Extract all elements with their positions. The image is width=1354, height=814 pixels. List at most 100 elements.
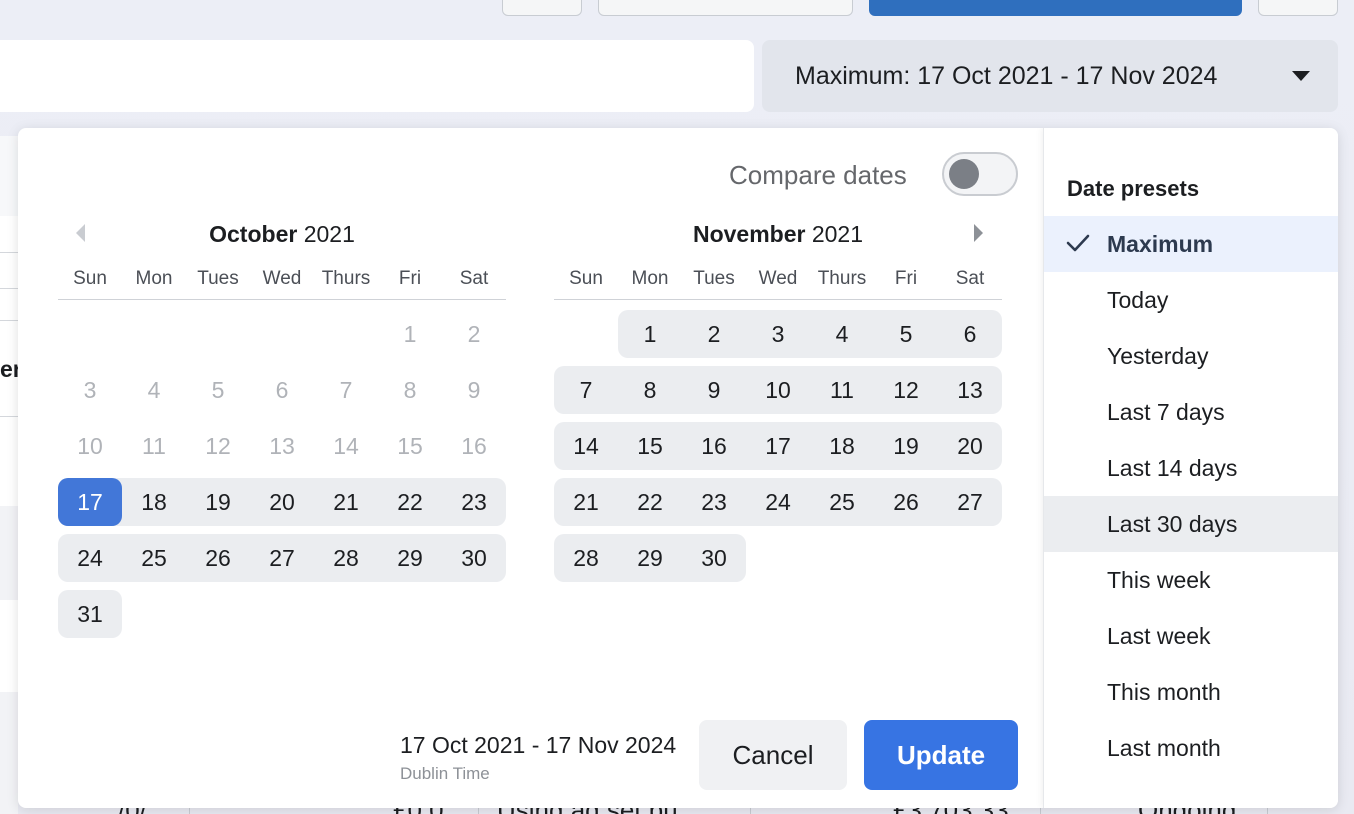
calendar-day: 8 — [403, 377, 417, 403]
calendar-day[interactable]: 29 — [378, 534, 442, 582]
calendar-day: 15 — [397, 433, 423, 459]
preset-label: Last 30 days — [1107, 510, 1238, 537]
calendar-day: 9 — [467, 377, 481, 403]
calendar-day[interactable]: 20 — [938, 422, 1002, 470]
calendar-day[interactable]: 30 — [442, 534, 506, 582]
calendar-day[interactable]: 27 — [938, 478, 1002, 526]
preset-last-7-days[interactable]: Last 7 days — [1044, 384, 1338, 440]
calendar-day: 13 — [269, 433, 295, 459]
calendar-day[interactable]: 8 — [618, 366, 682, 414]
weekday-label: Wed — [262, 268, 302, 289]
date-picker-popover: Compare dates October 2021 Sun Mon Tues … — [18, 128, 1338, 808]
calendar-day[interactable]: 19 — [186, 478, 250, 526]
calendar-day: 11 — [142, 433, 166, 459]
update-button[interactable]: Update — [864, 720, 1018, 790]
preset-label: Last 14 days — [1107, 454, 1238, 481]
calendar-day[interactable]: 24 — [746, 478, 810, 526]
preset-last-30-days[interactable]: Last 30 days — [1044, 496, 1338, 552]
search-input[interactable] — [0, 40, 754, 112]
preset-this-week[interactable]: This week — [1044, 552, 1338, 608]
calendar-day[interactable]: 1 — [618, 310, 682, 358]
calendar-day[interactable]: 25 — [810, 478, 874, 526]
timezone-label: Dublin Time — [400, 764, 490, 783]
weekday-label: Mon — [135, 268, 173, 289]
calendar-day[interactable]: 12 — [874, 366, 938, 414]
calendar-day[interactable]: 4 — [810, 310, 874, 358]
calendar-day[interactable]: 13 — [938, 366, 1002, 414]
calendar-day[interactable]: 19 — [874, 422, 938, 470]
check-icon — [1066, 234, 1090, 252]
weekday-label: Tues — [693, 268, 735, 289]
divider — [554, 299, 1002, 300]
calendar-day[interactable]: 16 — [682, 422, 746, 470]
calendar-day[interactable]: 17 — [746, 422, 810, 470]
calendar-day[interactable]: 17 — [58, 478, 122, 526]
calendar-day[interactable]: 24 — [58, 534, 122, 582]
calendar-day[interactable]: 28 — [314, 534, 378, 582]
calendar-day[interactable]: 29 — [618, 534, 682, 582]
calendar-day: 10 — [77, 433, 103, 459]
calendar-day[interactable]: 22 — [378, 478, 442, 526]
calendar-day[interactable]: 10 — [746, 366, 810, 414]
weekday-label: Sat — [459, 268, 489, 289]
preset-yesterday[interactable]: Yesterday — [1044, 328, 1338, 384]
calendar-day[interactable]: 18 — [810, 422, 874, 470]
calendar-day[interactable]: 18 — [122, 478, 186, 526]
cancel-button[interactable]: Cancel — [699, 720, 847, 790]
preset-this-month[interactable]: This month — [1044, 664, 1338, 720]
caret-down-icon — [1292, 71, 1310, 81]
background-panel — [0, 600, 18, 692]
date-range-dropdown[interactable]: Maximum: 17 Oct 2021 - 17 Nov 2024 — [762, 40, 1338, 112]
background-panel — [0, 506, 18, 600]
calendar-day: 3 — [83, 377, 97, 403]
calendar-day: 5 — [211, 377, 225, 403]
toolbar-button-right[interactable] — [1258, 0, 1338, 16]
weekday-label: Sun — [569, 268, 603, 289]
calendar-day[interactable]: 2 — [682, 310, 746, 358]
calendar-day[interactable]: 11 — [810, 366, 874, 414]
calendar-day[interactable]: 26 — [186, 534, 250, 582]
calendar-day[interactable]: 6 — [938, 310, 1002, 358]
compare-dates-label: Compare dates — [729, 160, 907, 190]
preset-maximum[interactable]: Maximum — [1044, 216, 1338, 272]
preset-last-month[interactable]: Last month — [1044, 720, 1338, 776]
calendar-day[interactable]: 14 — [554, 422, 618, 470]
weekday-label: Mon — [631, 268, 669, 289]
divider — [0, 252, 18, 253]
calendar-day[interactable]: 15 — [618, 422, 682, 470]
preset-label: Maximum — [1107, 230, 1214, 257]
compare-dates-toggle[interactable] — [942, 152, 1018, 196]
calendar-day[interactable]: 7 — [554, 366, 618, 414]
calendar-day[interactable]: 21 — [314, 478, 378, 526]
month-year: 2021 — [303, 221, 355, 247]
selected-range-text: 17 Oct 2021 - 17 Nov 2024 — [400, 732, 677, 758]
weekday-header: Sun Mon Tues Wed Thurs Fri Sat — [58, 268, 506, 292]
preset-today[interactable]: Today — [1044, 272, 1338, 328]
calendar-day[interactable]: 23 — [682, 478, 746, 526]
calendar-day[interactable]: 27 — [250, 534, 314, 582]
preset-last-week[interactable]: Last week — [1044, 608, 1338, 664]
calendar-day[interactable]: 30 — [682, 534, 746, 582]
calendar-day[interactable]: 5 — [874, 310, 938, 358]
calendar-day[interactable]: 9 — [682, 366, 746, 414]
weekday-label: Wed — [758, 268, 798, 289]
preset-label: This week — [1107, 566, 1211, 593]
calendar-day[interactable]: 21 — [554, 478, 618, 526]
preset-label: Yesterday — [1107, 342, 1209, 369]
divider — [58, 299, 506, 300]
calendar-day[interactable]: 3 — [746, 310, 810, 358]
calendar-day[interactable]: 28 — [554, 534, 618, 582]
calendar-day[interactable]: 31 — [58, 590, 122, 638]
calendar-day[interactable]: 20 — [250, 478, 314, 526]
toolbar-button-wide[interactable] — [598, 0, 853, 16]
calendar-day[interactable]: 23 — [442, 478, 506, 526]
month-title: October 2021 — [58, 221, 506, 248]
calendar-day[interactable]: 22 — [618, 478, 682, 526]
calendar-day: 1 — [403, 321, 417, 347]
toolbar-primary-button[interactable] — [869, 0, 1242, 16]
calendar-day[interactable]: 25 — [122, 534, 186, 582]
toolbar-button-small[interactable] — [502, 0, 582, 16]
calendar-day[interactable]: 26 — [874, 478, 938, 526]
divider — [0, 320, 18, 321]
preset-last-14-days[interactable]: Last 14 days — [1044, 440, 1338, 496]
